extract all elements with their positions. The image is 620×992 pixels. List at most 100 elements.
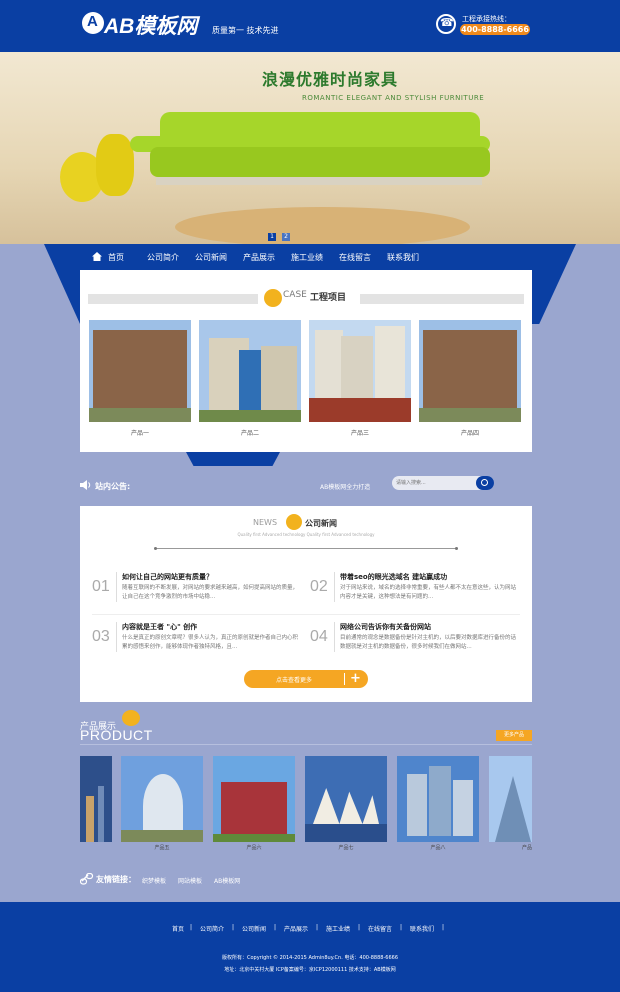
news-subtitle: Quality first Advanced technology Qualit… xyxy=(237,532,375,537)
search-input[interactable] xyxy=(396,478,472,488)
news-title-3[interactable]: 内容就是王者 "心" 创作 xyxy=(122,622,197,632)
product-card-1[interactable] xyxy=(121,756,203,842)
search-button[interactable] xyxy=(476,476,494,490)
product-caption-1[interactable]: 产品五 xyxy=(121,844,203,851)
home-icon xyxy=(92,252,102,261)
footer-nav-projects[interactable]: 施工业绩 xyxy=(326,924,350,933)
more-news-button[interactable]: 点击查看更多 + xyxy=(244,670,368,688)
footer-nav-products[interactable]: 产品展示 xyxy=(284,924,308,933)
product-caption-4[interactable]: 产品八 xyxy=(397,844,479,851)
hero-banner[interactable]: 浪漫优雅时尚家具 ROMANTIC ELEGANT AND STYLISH FU… xyxy=(0,52,620,244)
footer-nav-about[interactable]: 公司简介 xyxy=(200,924,224,933)
product-card-3[interactable] xyxy=(305,756,387,842)
news-summary-3: 什么是真正的原创文章呢？很多人认为，真正的原创就是作者自己内心积累的感悟来创作，… xyxy=(122,635,299,650)
nav-item-message[interactable]: 在线留言 xyxy=(339,252,371,263)
footer-nav-home[interactable]: 首页 xyxy=(172,924,184,933)
product-card-partial-left[interactable] xyxy=(80,756,112,842)
nav-item-products[interactable]: 产品展示 xyxy=(243,252,275,263)
news-title: 公司新闻 xyxy=(305,519,337,528)
hotline-label: 工程承接热线： xyxy=(462,15,511,23)
footer-separator: | xyxy=(316,924,319,931)
case-decor-tab xyxy=(186,452,280,466)
nav-item-about[interactable]: 公司简介 xyxy=(147,252,179,263)
case-caption-4[interactable]: 产品四 xyxy=(419,428,521,437)
nav-item-home[interactable]: 首页 xyxy=(108,252,124,263)
news-title-2[interactable]: 带着seo的眼光选域名 建站赢成功 xyxy=(340,572,447,582)
hotline-number: 400-8888-6666 xyxy=(460,24,530,35)
case-image-4[interactable] xyxy=(419,320,521,422)
logo-text[interactable]: AB模板网 xyxy=(104,10,197,40)
announcement-text[interactable]: AB模板网全力打造 xyxy=(320,482,370,491)
footer-separator: | xyxy=(274,924,277,931)
case-title: 工程项目 xyxy=(310,293,347,303)
news-number-3: 03 xyxy=(92,628,110,645)
announcement-title: 站内公告: xyxy=(95,482,131,491)
product-card-2[interactable] xyxy=(213,756,295,842)
nav-item-projects[interactable]: 施工业绩 xyxy=(291,252,323,263)
news-title-1[interactable]: 如何让自己的网站更有质量？ xyxy=(122,572,213,582)
plus-icon: + xyxy=(350,671,361,686)
speaker-icon xyxy=(80,480,91,490)
banner-sofa-seat xyxy=(150,147,490,177)
product-card-partial-right[interactable] xyxy=(489,756,532,842)
news-number-2: 02 xyxy=(310,578,328,595)
logo-icon[interactable] xyxy=(82,12,104,34)
news-vdivider-3 xyxy=(116,622,117,652)
banner-vase-image-2 xyxy=(96,134,134,196)
case-caption-1[interactable]: 产品一 xyxy=(89,428,191,437)
footer-separator: | xyxy=(232,924,235,931)
footer-nav-message[interactable]: 在线留言 xyxy=(368,924,392,933)
banner-sofa-base xyxy=(156,177,482,185)
banner-title: 浪漫优雅时尚家具 xyxy=(262,70,399,89)
more-news-label: 点击查看更多 xyxy=(275,677,312,684)
case-image-2[interactable] xyxy=(199,320,301,422)
product-caption-partial[interactable]: 产品 xyxy=(489,844,532,851)
product-card-4[interactable] xyxy=(397,756,479,842)
more-products-button[interactable]: 更多产品 xyxy=(496,730,532,741)
news-section: NEWS 公司新闻 Quality first Advanced technol… xyxy=(80,506,532,702)
product-divider xyxy=(80,744,532,745)
nav-item-contact[interactable]: 联系我们 xyxy=(387,252,419,263)
main-nav: 首页 公司简介 公司新闻 产品展示 施工业绩 在线留言 联系我们 xyxy=(56,244,564,270)
banner-subtitle: ROMANTIC ELEGANT AND STYLISH FURNITURE xyxy=(302,94,485,102)
product-crown-icon xyxy=(122,710,140,726)
case-caption-3[interactable]: 产品三 xyxy=(309,428,411,437)
news-vdivider-2 xyxy=(334,572,335,602)
case-image-1[interactable] xyxy=(89,320,191,422)
site-header: AB模板网 质量第一 技术先进 工程承接热线： 400-8888-6666 xyxy=(0,0,620,52)
link-icon xyxy=(80,873,94,885)
news-row-separator xyxy=(92,614,520,615)
friend-links-title: 友情链接： xyxy=(96,875,136,884)
case-title-en: CASE xyxy=(283,290,307,300)
product-title-en: PRODUCT xyxy=(80,727,153,743)
footer-separator: | xyxy=(358,924,361,931)
friend-link-3[interactable]: AB模板网 xyxy=(214,876,240,885)
news-title-4[interactable]: 网络公司告诉你有关备份网站 xyxy=(340,622,431,632)
site-footer: 首页 | 公司简介 | 公司新闻 | 产品展示 | 施工业绩 | 在线留言 | … xyxy=(0,902,620,992)
footer-copyright: 版权所有：Copyright © 2014-2015 Admin8uy.Cn. … xyxy=(221,955,398,961)
slogan: 质量第一 技术先进 xyxy=(212,26,279,35)
friend-link-2[interactable]: 网站模板 xyxy=(178,876,202,885)
case-icon xyxy=(264,289,282,307)
product-caption-3[interactable]: 产品七 xyxy=(305,844,387,851)
product-caption-2[interactable]: 产品六 xyxy=(213,844,295,851)
footer-nav-news[interactable]: 公司新闻 xyxy=(242,924,266,933)
news-title-en: NEWS xyxy=(253,518,278,527)
banner-rug xyxy=(175,207,470,244)
footer-address: 地址：北京中关村大厦 ICP备案编号：京ICP12000111 技术支持：AB模… xyxy=(224,967,396,973)
news-summary-4: 目前通常的观念是数据备份是针对主机的，以后要对数据库进行备份的话数据就是对主机的… xyxy=(340,635,517,650)
footer-nav-contact[interactable]: 联系我们 xyxy=(410,924,434,933)
footer-separator: | xyxy=(400,924,403,931)
news-divider-line xyxy=(154,547,458,550)
case-caption-2[interactable]: 产品二 xyxy=(199,428,301,437)
news-summary-2: 对于网站来说，域名的选择非常重要，有些人都不太在意这些，认为网站内容才是关键，这… xyxy=(340,585,517,600)
friend-link-1[interactable]: 织梦模板 xyxy=(142,876,166,885)
news-vdivider-1 xyxy=(116,572,117,602)
more-news-split xyxy=(344,673,345,685)
banner-page-2[interactable]: 2 xyxy=(282,233,290,241)
case-image-3[interactable] xyxy=(309,320,411,422)
banner-page-1[interactable]: 1 xyxy=(268,233,276,241)
nav-item-news[interactable]: 公司新闻 xyxy=(195,252,227,263)
case-section: CASE 工程项目 产品一 产品二 产品三 产品四 xyxy=(80,270,532,452)
news-summary-1: 随着互联网的不断发展，对网站的要求越来越高，如何提高网站的质量，让自己在这个竞争… xyxy=(122,585,299,600)
